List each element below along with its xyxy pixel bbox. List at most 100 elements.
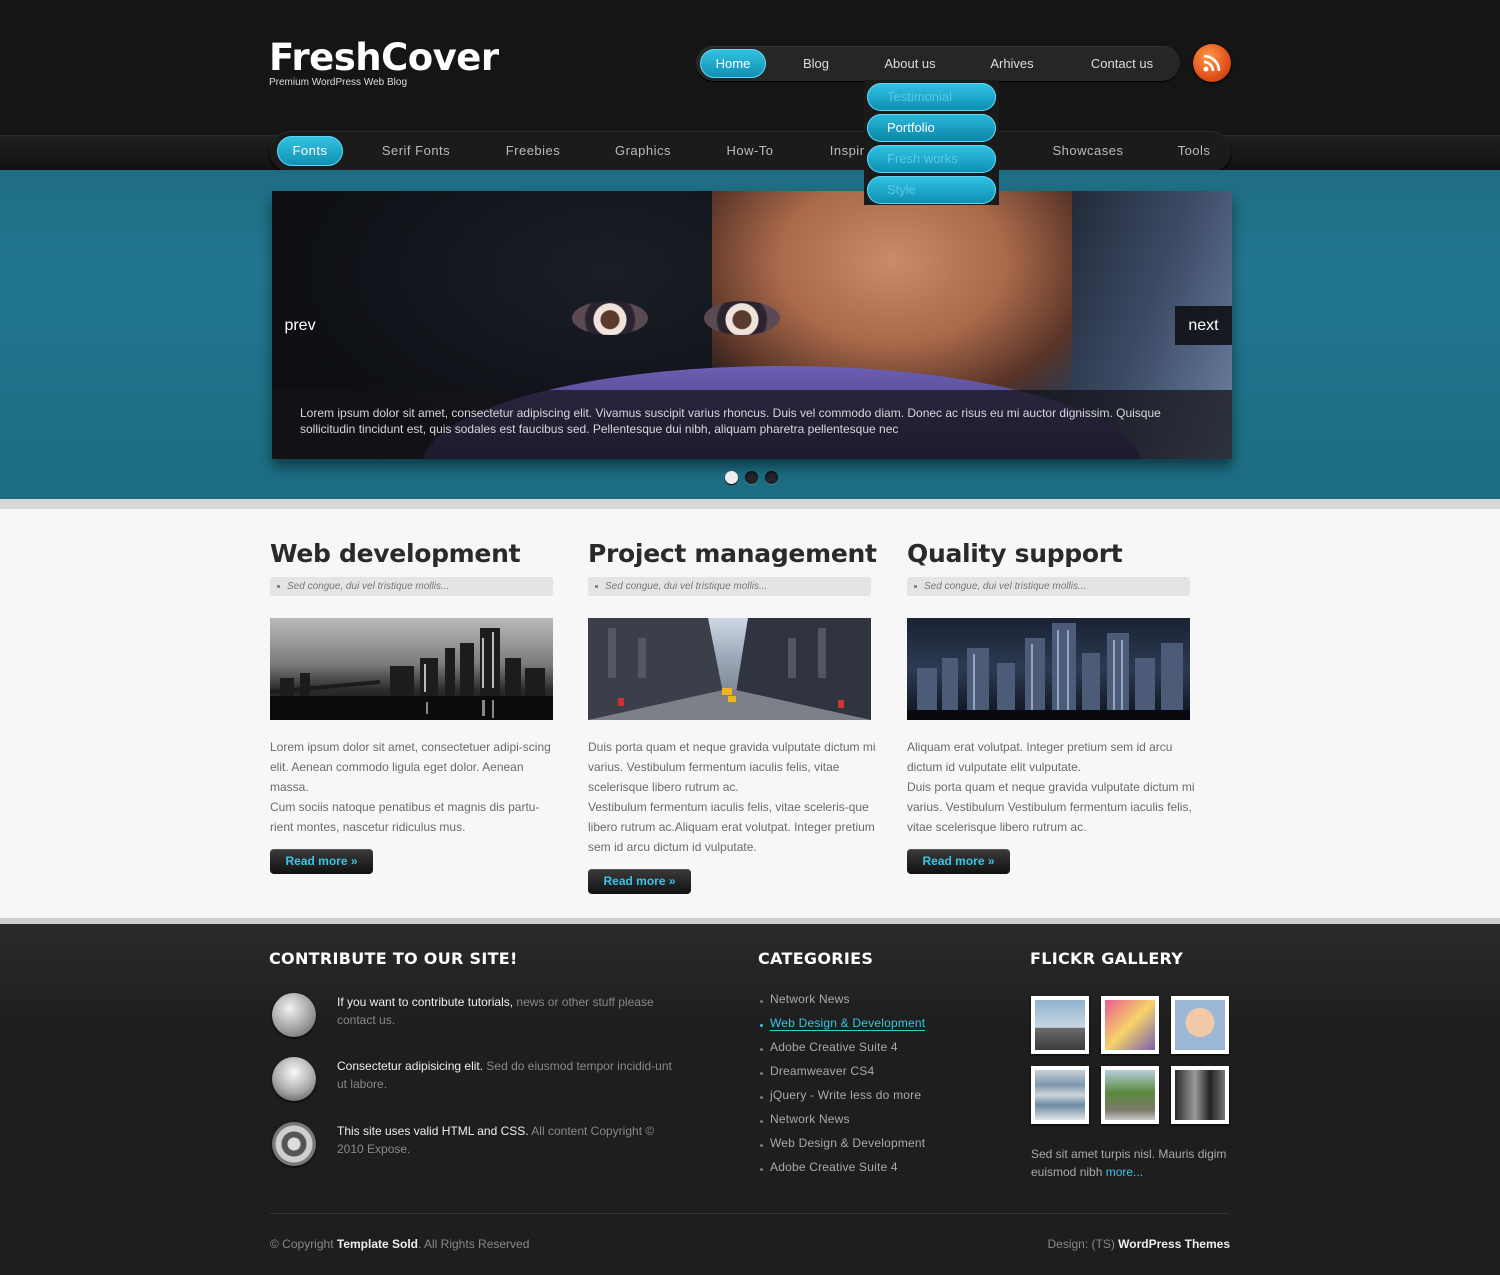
slider-image: Lorem ipsum dolor sit amet, consectetur … [272, 191, 1232, 459]
column-thumbnail-city-night [270, 618, 553, 720]
slider-dot-1[interactable] [725, 471, 738, 484]
category-label: Adobe Creative Suite 4 [770, 1160, 898, 1174]
column-text-2: Vestibulum fermentum iaculis felis, vita… [588, 800, 875, 854]
contribute-text: This site uses valid HTML and CSS. All c… [337, 1122, 677, 1158]
design-credit-prefix: Design: (TS) [1047, 1237, 1119, 1251]
slide-face [712, 191, 1072, 391]
column-thumbnail-skyline [907, 618, 1190, 720]
read-more-button[interactable]: Read more » [270, 849, 373, 874]
column-text-1: Lorem ipsum dolor sit amet, consectetuer… [270, 740, 551, 794]
category-link[interactable]: Adobe Creative Suite 4 [760, 1160, 925, 1184]
read-more-button[interactable]: Read more » [588, 869, 691, 894]
feature-column-project-management: Project management Sed congue, dui vel t… [588, 539, 878, 894]
design-credit-link[interactable]: WordPress Themes [1118, 1237, 1230, 1251]
flickr-thumb[interactable] [1031, 1066, 1089, 1124]
users-icon [272, 1057, 316, 1101]
copyright-prefix: © Copyright [270, 1237, 337, 1251]
nav-about-us[interactable]: About us [868, 49, 952, 78]
contribute-text-bold: This site uses valid HTML and CSS. [337, 1124, 529, 1138]
footer [0, 924, 1500, 1275]
category-link[interactable]: Dreamweaver CS4 [760, 1064, 925, 1088]
column-title: Quality support [907, 539, 1123, 568]
column-text-1: Aliquam erat volutpat. Integer pretium s… [907, 740, 1173, 774]
design-credit: Design: (TS) WordPress Themes [1047, 1237, 1230, 1251]
dropdown-item-style[interactable]: Style [867, 176, 996, 204]
column-title: Web development [270, 539, 521, 568]
site-logo[interactable]: FreshCover [269, 36, 499, 79]
slide-caption: Lorem ipsum dolor sit amet, consectetur … [272, 390, 1232, 459]
contribute-title: CONTRIBUTE TO OUR SITE! [269, 949, 518, 968]
category-label: Adobe Creative Suite 4 [770, 1040, 898, 1054]
nav-blog[interactable]: Blog [788, 49, 844, 78]
flickr-thumb[interactable] [1101, 996, 1159, 1054]
slide-right-eye [704, 301, 780, 335]
flickr-description: Sed sit amet turpis nisl. Mauris digim e… [1031, 1145, 1241, 1181]
category-link[interactable]: Web Design & Development [760, 1136, 925, 1160]
category-label: Web Design & Development [770, 1016, 926, 1031]
category-label: Network News [770, 1112, 850, 1126]
contribute-item: If you want to contribute tutorials, new… [272, 993, 692, 1043]
category-link[interactable]: jQuery - Write less do more [760, 1088, 925, 1112]
footer-divider [270, 1213, 1230, 1214]
header: FreshCover Premium WordPress Web Blog Ho… [0, 0, 1500, 135]
slider-next-button[interactable]: next [1175, 306, 1232, 345]
category-link[interactable]: Network News [760, 1112, 925, 1136]
nav-contact-us[interactable]: Contact us [1076, 49, 1168, 78]
feature-column-web-development: Web development Sed congue, dui vel tris… [270, 539, 560, 874]
contribute-item: This site uses valid HTML and CSS. All c… [272, 1122, 692, 1172]
column-text-2: Duis porta quam et neque gravida vulputa… [907, 780, 1195, 834]
flickr-more-link[interactable]: more... [1106, 1165, 1143, 1179]
category-nav: Fonts Serif Fonts Freebies Graphics How-… [270, 131, 1231, 172]
categories-list: Network News Web Design & Development Ad… [760, 992, 926, 1184]
category-link[interactable]: Network News [760, 992, 925, 1016]
category-label: Dreamweaver CS4 [770, 1064, 875, 1078]
read-more-button[interactable]: Read more » [907, 849, 1010, 874]
subnav-showcases[interactable]: Showcases [1042, 136, 1134, 166]
dropdown-item-testimonial[interactable]: Testimonial [867, 83, 996, 111]
contribute-text-bold: If you want to contribute tutorials, [337, 995, 514, 1009]
categories-title: CATEGORIES [758, 949, 874, 968]
flickr-thumb[interactable] [1171, 1066, 1229, 1124]
flickr-thumb[interactable] [1101, 1066, 1159, 1124]
slider-dot-3[interactable] [765, 471, 778, 484]
column-text-2: Cum sociis natoque penatibus et magnis d… [270, 800, 540, 834]
contribute-item: Consectetur adipisicing elit. Sed do eiu… [272, 1057, 692, 1107]
slide-left-eye [572, 301, 648, 335]
flickr-thumb[interactable] [1171, 996, 1229, 1054]
dropdown-item-portfolio[interactable]: Portfolio [867, 114, 996, 142]
nav-archives[interactable]: Arhives [976, 49, 1048, 78]
column-title: Project management [588, 539, 877, 568]
main-nav: Home Blog About us Arhives Contact us [696, 46, 1180, 81]
slider-prev-button[interactable]: prev [272, 306, 328, 345]
slider-pagination [725, 471, 785, 485]
category-label: jQuery - Write less do more [770, 1088, 922, 1102]
flickr-thumb[interactable] [1031, 996, 1089, 1054]
about-dropdown-menu: Testimonial Portfolio Fresh works Style [864, 80, 999, 205]
subnav-tools[interactable]: Tools [1166, 136, 1222, 166]
subnav-how-to[interactable]: How-To [716, 136, 784, 166]
column-thumbnail-city-street [588, 618, 871, 720]
slider-dot-2[interactable] [745, 471, 758, 484]
subnav-freebies[interactable]: Freebies [492, 136, 574, 166]
site-tagline: Premium WordPress Web Blog [269, 77, 408, 88]
category-label: Network News [770, 992, 850, 1006]
copyright: © Copyright Template Sold. All Rights Re… [270, 1237, 529, 1251]
nav-home[interactable]: Home [700, 49, 766, 78]
feature-column-quality-support: Quality support Sed congue, dui vel tris… [907, 539, 1197, 874]
rss-icon[interactable] [1193, 44, 1231, 82]
column-subtitle: Sed congue, dui vel tristique mollis... [270, 577, 553, 596]
film-reel-icon [272, 1122, 316, 1166]
subnav-fonts[interactable]: Fonts [277, 136, 343, 166]
contribute-text-bold: Consectetur adipisicing elit. [337, 1059, 484, 1073]
column-subtitle: Sed congue, dui vel tristique mollis... [588, 577, 871, 596]
contribute-text: Consectetur adipisicing elit. Sed do eiu… [337, 1057, 677, 1093]
dropdown-item-fresh-works[interactable]: Fresh works [867, 145, 996, 173]
category-link[interactable]: Adobe Creative Suite 4 [760, 1040, 925, 1064]
subnav-graphics[interactable]: Graphics [602, 136, 684, 166]
copyright-suffix: . All Rights Reserved [418, 1237, 530, 1251]
column-subtitle: Sed congue, dui vel tristique mollis... [907, 577, 1190, 596]
copyright-owner-link[interactable]: Template Sold [337, 1237, 418, 1251]
flickr-title: FLICKR GALLERY [1030, 949, 1184, 968]
subnav-serif-fonts[interactable]: Serif Fonts [370, 136, 462, 166]
category-link-active[interactable]: Web Design & Development [760, 1016, 926, 1040]
